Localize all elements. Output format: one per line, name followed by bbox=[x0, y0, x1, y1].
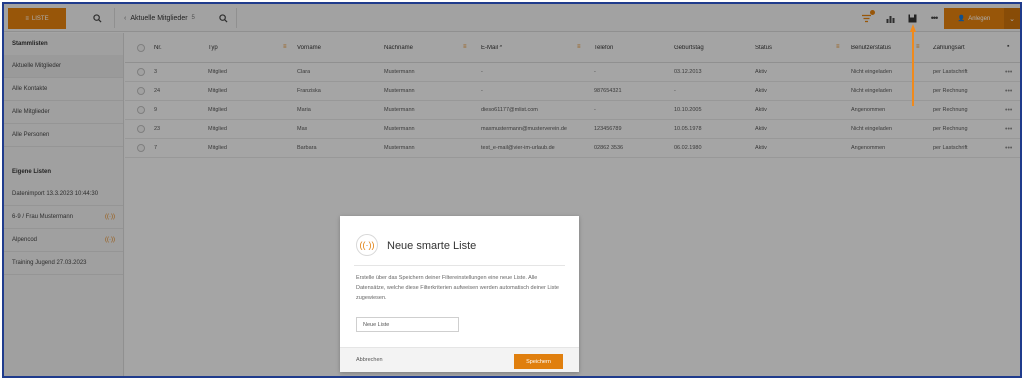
new-smart-list-dialog: ((·)) Neue smarte Liste Erstelle über da… bbox=[340, 216, 579, 372]
save-button[interactable]: Speichern bbox=[514, 354, 563, 369]
smart-list-icon: ((·)) bbox=[356, 234, 378, 256]
dialog-footer: Abbrechen Speichern bbox=[340, 347, 579, 372]
annotation-arrow-icon bbox=[910, 24, 916, 106]
list-name-input[interactable] bbox=[356, 317, 459, 332]
dialog-description: Erstelle über das Speichern deiner Filte… bbox=[356, 275, 559, 301]
divider bbox=[354, 265, 565, 266]
app-window: ≡ LISTE ‹ Aktuelle Mitglieder 5 ••• 👤 An… bbox=[2, 2, 1022, 378]
cancel-button[interactable]: Abbrechen bbox=[356, 357, 383, 363]
dialog-title: Neue smarte Liste bbox=[387, 240, 477, 252]
